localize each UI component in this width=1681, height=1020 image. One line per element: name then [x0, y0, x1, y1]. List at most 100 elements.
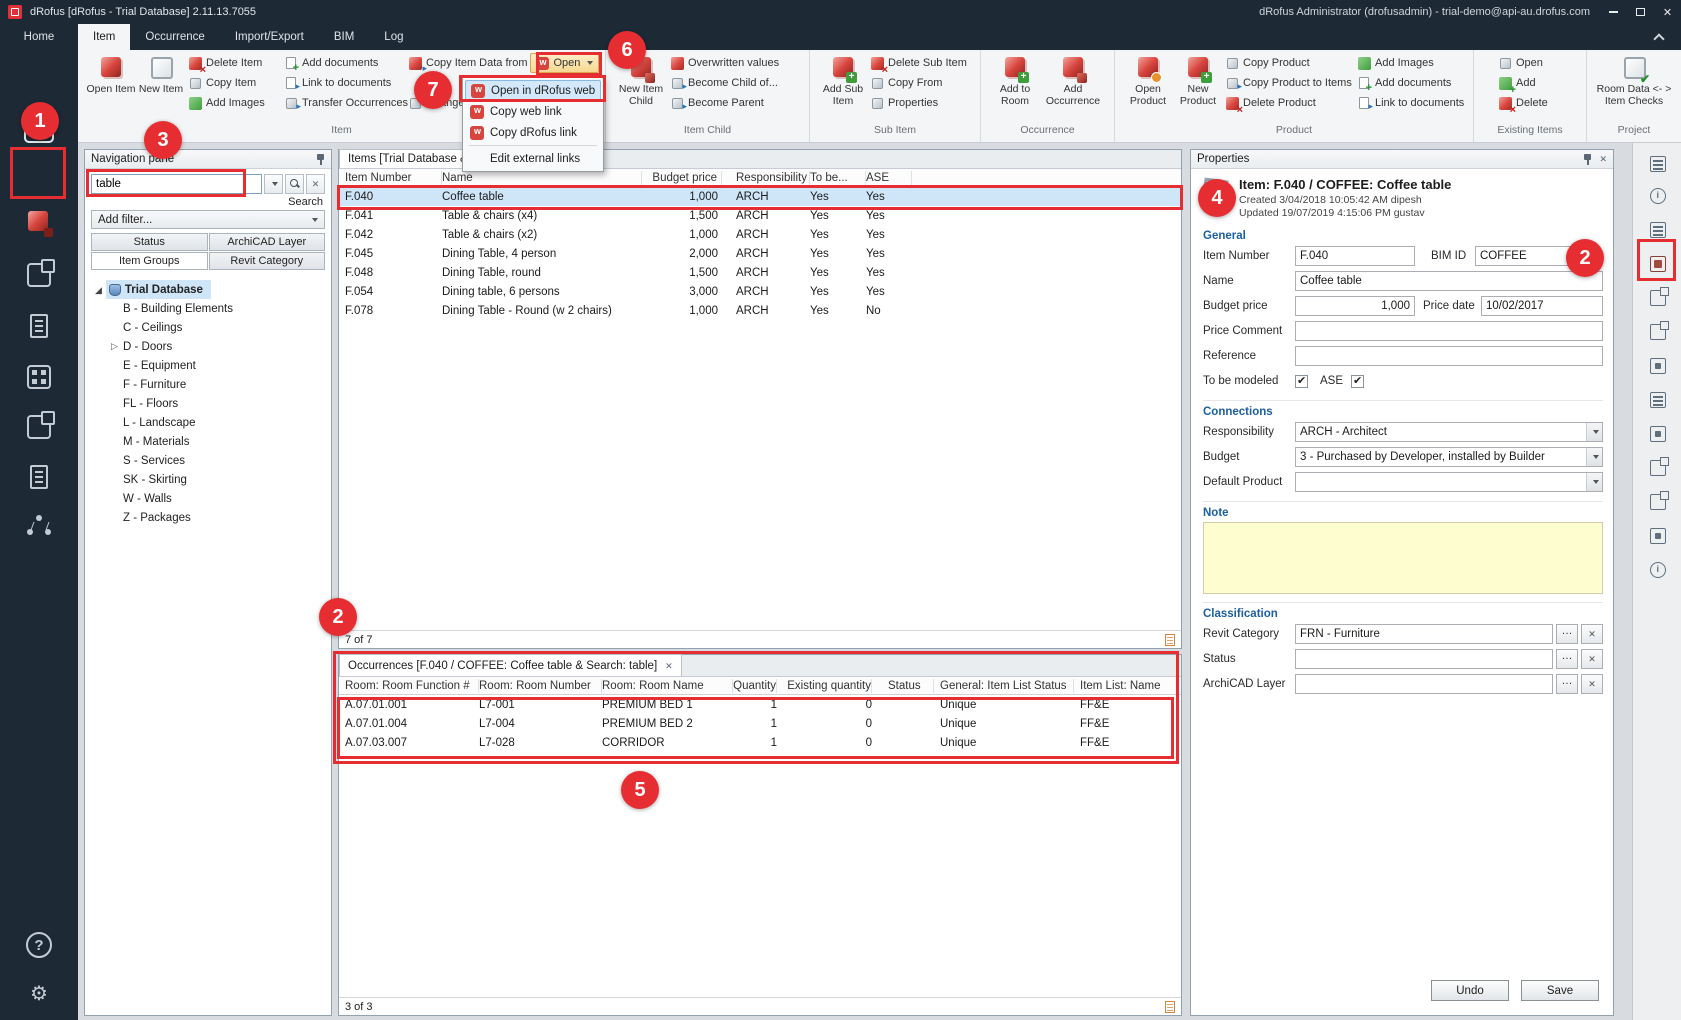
- relations-module-icon[interactable]: [17, 507, 61, 547]
- documents-module-icon[interactable]: [17, 306, 61, 346]
- pin-icon[interactable]: [316, 154, 325, 165]
- column-header-existing-quantity[interactable]: Existing quantity: [777, 679, 872, 693]
- add-documents-button[interactable]: Add documents: [282, 53, 406, 73]
- column-header-status[interactable]: Status: [872, 679, 934, 693]
- archicad-layer-browse-button[interactable]: [1556, 674, 1578, 694]
- close-occurrences-tab-icon[interactable]: [665, 660, 673, 672]
- revit-category-browse-button[interactable]: [1556, 624, 1578, 644]
- new-product-button[interactable]: New Product: [1173, 53, 1223, 107]
- column-header-item-number[interactable]: Item Number: [339, 171, 442, 185]
- column-header-item-list-status[interactable]: General: Item List Status: [934, 679, 1074, 693]
- tree-item[interactable]: SK - Skirting: [91, 470, 331, 489]
- report-page-icon[interactable]: [1165, 634, 1175, 646]
- product-add-documents-button[interactable]: Add documents: [1355, 73, 1467, 93]
- pin-icon[interactable]: [1583, 154, 1592, 165]
- bim-id-input[interactable]: [1475, 246, 1586, 266]
- occurrences-tab[interactable]: Occurrences [F.040 / COFFEE: Coffee tabl…: [339, 654, 682, 676]
- note-field[interactable]: [1203, 522, 1603, 594]
- menu-tab[interactable]: Import/Export: [220, 24, 319, 50]
- menu-tab[interactable]: Item: [78, 24, 130, 50]
- to-be-modeled-checkbox[interactable]: [1295, 375, 1308, 388]
- menu-tab[interactable]: Log: [369, 24, 418, 50]
- item-row[interactable]: F.078 Dining Table - Round (w 2 chairs) …: [339, 301, 1181, 320]
- item-number-input[interactable]: [1295, 246, 1415, 266]
- revit-category-input[interactable]: [1295, 624, 1553, 644]
- column-header-budget-price[interactable]: Budget price: [642, 171, 722, 185]
- maximize-button[interactable]: [1627, 0, 1654, 24]
- tree-item[interactable]: B - Building Elements: [91, 299, 331, 318]
- info-icon[interactable]: [1645, 183, 1671, 209]
- transfer-occurrences-button[interactable]: Transfer Occurrences: [282, 93, 406, 113]
- search-button[interactable]: [285, 174, 304, 194]
- expander-open-icon[interactable]: [95, 284, 102, 296]
- archicad-layer-input[interactable]: [1295, 674, 1553, 694]
- column-header-ase[interactable]: ASE: [866, 171, 912, 185]
- tree-item[interactable]: C - Ceilings: [91, 318, 331, 337]
- become-child-of-button[interactable]: Become Child of...: [668, 73, 796, 93]
- search-history-dropdown[interactable]: [264, 174, 283, 194]
- new-item-child-button[interactable]: New Item Child: [614, 53, 668, 107]
- menu-item-edit-external-links[interactable]: Edit external links: [465, 148, 601, 169]
- undo-button[interactable]: Undo: [1431, 980, 1509, 1001]
- tree-item[interactable]: E - Equipment: [91, 356, 331, 375]
- room-data-item-checks-button[interactable]: Room Data <- > Item Checks: [1592, 53, 1676, 107]
- item-box-icon[interactable]: [1645, 251, 1671, 277]
- sync-icon[interactable]: [1645, 285, 1671, 311]
- tree-item[interactable]: S - Services: [91, 451, 331, 470]
- existing-delete-button[interactable]: Delete: [1496, 93, 1576, 113]
- rooms-module-icon[interactable]: [17, 357, 61, 397]
- item-row[interactable]: F.045 Dining Table, 4 person 2,000 ARCH …: [339, 244, 1181, 263]
- budget-price-input[interactable]: [1295, 296, 1415, 316]
- delete-item-button[interactable]: Delete Item: [186, 53, 282, 73]
- add-occurrence-button[interactable]: Add Occurrence: [1041, 53, 1105, 107]
- column-header-responsibility[interactable]: Responsibility: [722, 171, 810, 185]
- item-row[interactable]: F.040 Coffee table 1,000 ARCH Yes Yes: [339, 187, 1181, 206]
- reference-input[interactable]: [1295, 346, 1603, 366]
- parts-icon[interactable]: [1645, 523, 1671, 549]
- existing-add-button[interactable]: Add: [1496, 73, 1576, 93]
- status-input[interactable]: [1295, 649, 1553, 669]
- occurrence-row[interactable]: A.07.01.001 L7-001 PREMIUM BED 1 1 0 Uni…: [339, 695, 1181, 714]
- new-item-button[interactable]: New Item: [136, 53, 186, 95]
- history-clock-icon[interactable]: [1645, 557, 1671, 583]
- menu-tab[interactable]: Home: [0, 24, 78, 50]
- open-product-button[interactable]: Open Product: [1123, 53, 1173, 107]
- become-parent-button[interactable]: Become Parent: [668, 93, 796, 113]
- close-button[interactable]: [1654, 0, 1681, 24]
- help-icon[interactable]: ?: [17, 925, 61, 965]
- clear-bim-id-icon[interactable]: [1589, 249, 1603, 263]
- properties-button[interactable]: Properties: [868, 93, 968, 113]
- product-link-documents-button[interactable]: Link to documents: [1355, 93, 1467, 113]
- add-images-button[interactable]: Add Images: [186, 93, 282, 113]
- tree-item[interactable]: Z - Packages: [91, 508, 331, 527]
- column-header-name[interactable]: Name: [442, 171, 642, 185]
- product-icon[interactable]: [1645, 353, 1671, 379]
- reports-module-icon[interactable]: [17, 457, 61, 497]
- tree-item[interactable]: W - Walls: [91, 489, 331, 508]
- tree-item[interactable]: F - Furniture: [91, 375, 331, 394]
- model-icon[interactable]: [1645, 319, 1671, 345]
- save-button[interactable]: Save: [1521, 980, 1599, 1001]
- cube-3d-icon[interactable]: [1645, 489, 1671, 515]
- item-row[interactable]: F.042 Table & chairs (x2) 1,000 ARCH Yes…: [339, 225, 1181, 244]
- status-clear-button[interactable]: [1581, 649, 1603, 669]
- filter-tab[interactable]: Status: [91, 233, 208, 251]
- item-row[interactable]: F.041 Table & chairs (x4) 1,500 ARCH Yes…: [339, 206, 1181, 225]
- layout-grid-icon[interactable]: [1645, 151, 1671, 177]
- column-header-to-be[interactable]: To be...: [810, 171, 866, 185]
- search-input[interactable]: [91, 174, 262, 194]
- copy-from-button[interactable]: Copy From: [868, 73, 968, 93]
- search-link[interactable]: Search: [93, 196, 323, 208]
- checklist-icon[interactable]: [1645, 387, 1671, 413]
- settings-gear-icon[interactable]: ⚙: [17, 973, 61, 1013]
- delete-sub-item-button[interactable]: Delete Sub Item: [868, 53, 968, 73]
- products-module-icon[interactable]: [17, 255, 61, 295]
- ase-checkbox[interactable]: [1351, 375, 1364, 388]
- menu-tab[interactable]: Occurrence: [130, 24, 219, 50]
- filter-tab[interactable]: ArchiCAD Layer: [209, 233, 326, 251]
- price-comment-input[interactable]: [1295, 321, 1603, 341]
- revit-category-clear-button[interactable]: [1581, 624, 1603, 644]
- price-date-input[interactable]: [1481, 296, 1603, 316]
- tree-item[interactable]: ▷ D - Doors: [91, 337, 331, 356]
- items-module-icon[interactable]: [17, 203, 61, 243]
